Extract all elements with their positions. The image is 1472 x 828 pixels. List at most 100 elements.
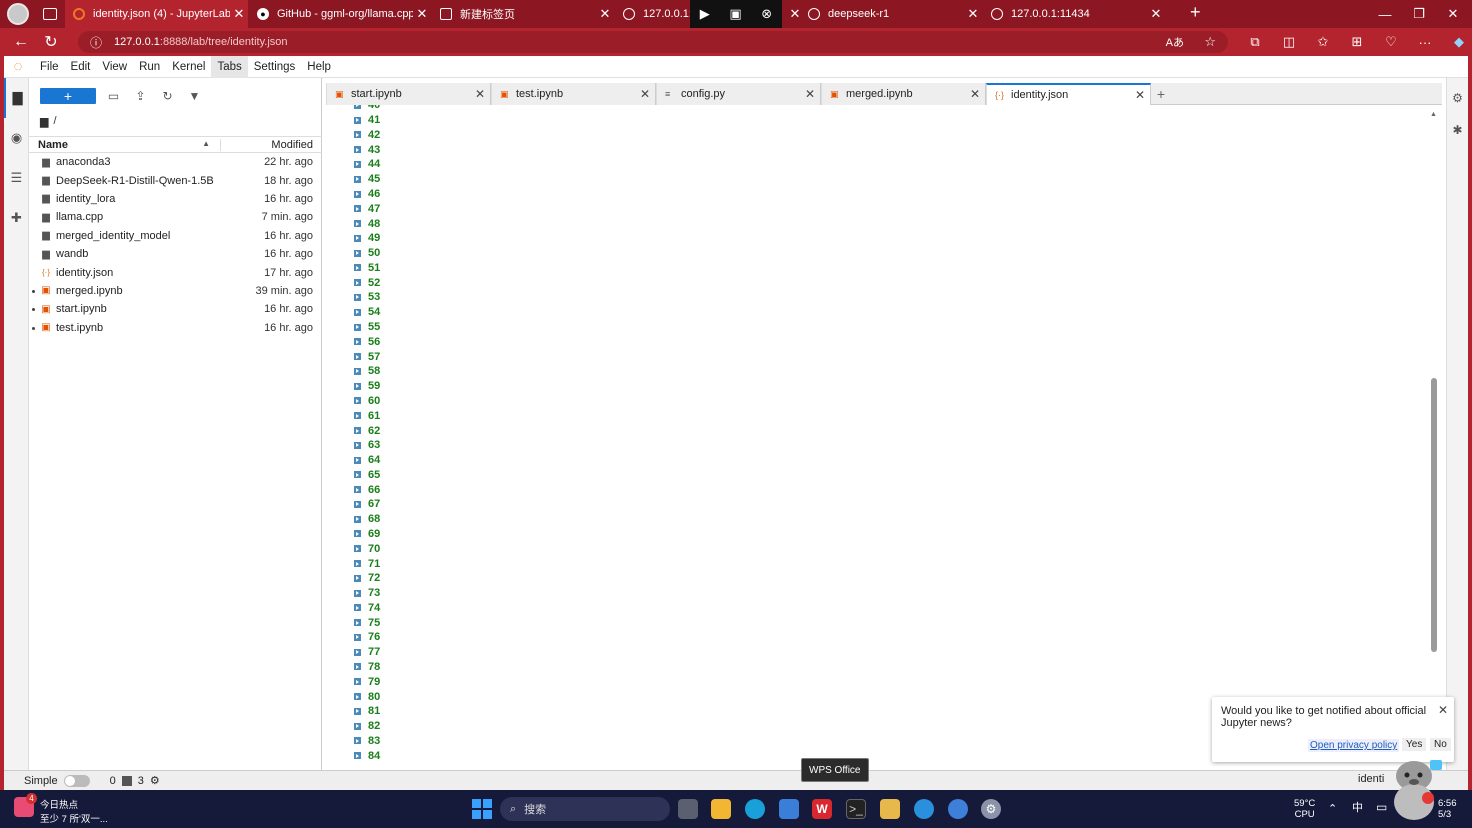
file-row[interactable]: ▆ wandb 16 hr. ago — [29, 245, 322, 263]
browser-tab-jupyter[interactable]: identity.json (4) - JupyterLab ✕ — [65, 0, 248, 28]
upload-icon[interactable]: ⇪ — [127, 89, 154, 103]
debugger-icon[interactable]: ✱ — [1447, 118, 1468, 142]
json-entry[interactable]: 59 — [354, 379, 380, 394]
kernel-count[interactable]: 0 — [110, 775, 116, 787]
expand-caret-icon[interactable] — [354, 234, 361, 242]
filter-icon[interactable]: ▼ — [181, 89, 208, 103]
json-entry[interactable]: 80 — [354, 689, 380, 704]
expand-caret-icon[interactable] — [354, 220, 361, 228]
task-view-icon[interactable] — [678, 799, 698, 819]
expand-caret-icon[interactable] — [354, 279, 361, 287]
simple-mode-toggle[interactable] — [63, 774, 90, 787]
expand-caret-icon[interactable] — [354, 441, 361, 449]
file-explorer-icon[interactable] — [711, 799, 731, 819]
restore-button[interactable]: ❐ — [1402, 0, 1436, 28]
news-widget[interactable]: 4 今日热点 至少 7 所'双一... — [14, 793, 108, 825]
favorite-star-icon[interactable]: ☆ — [1204, 34, 1216, 50]
terminal-app-icon[interactable]: >_ — [846, 799, 866, 819]
browser-tab-deepseek[interactable]: deepseek-r1 ✕ — [800, 0, 982, 28]
file-row[interactable]: ▆ DeepSeek-R1-Distill-Qwen-1.5B 18 hr. ago — [29, 171, 322, 189]
doc-tab[interactable]: ≡ config.py ✕ — [656, 83, 821, 105]
close-tab-icon[interactable]: ✕ — [800, 87, 820, 101]
json-entry[interactable]: 49 — [354, 231, 380, 246]
minimize-button[interactable]: — — [1368, 0, 1402, 28]
expand-caret-icon[interactable] — [354, 693, 361, 701]
browser-tab-local-1[interactable]: 127.0.0.1:11 — [615, 0, 690, 28]
column-name[interactable]: Name ▲ — [29, 138, 221, 151]
property-inspector-icon[interactable]: ⚙ — [1447, 78, 1468, 118]
json-entry[interactable]: 77 — [354, 645, 380, 660]
close-tab-icon[interactable]: ✕ — [470, 87, 490, 101]
json-entry[interactable]: 55 — [354, 320, 380, 335]
json-entry[interactable]: 72 — [354, 571, 380, 586]
close-tab-icon[interactable]: ✕ — [635, 87, 655, 101]
expand-caret-icon[interactable] — [354, 515, 361, 523]
terminal-count[interactable]: 3 — [138, 775, 144, 787]
json-entry[interactable]: 73 — [354, 586, 380, 601]
json-entry[interactable]: 58 — [354, 364, 380, 379]
expand-caret-icon[interactable] — [354, 249, 361, 257]
file-row[interactable]: ▆ identity_lora 16 hr. ago — [29, 190, 322, 208]
json-entry[interactable]: 70 — [354, 541, 380, 556]
pip-icon[interactable]: ▣ — [729, 6, 741, 22]
close-tab-icon[interactable]: ✕ — [1147, 6, 1165, 22]
browser-essentials-icon[interactable]: ♡ — [1374, 34, 1408, 50]
browser-tab-local-2[interactable]: 127.0.0.1:11434 ✕ — [983, 0, 1165, 28]
json-entry[interactable]: 56 — [354, 334, 380, 349]
json-viewer[interactable]: 40 41 42 43 44 45 46 47 48 49 50 51 52 53 54 55 56 57 58 59… — [326, 105, 1432, 767]
expand-caret-icon[interactable] — [354, 545, 361, 553]
store-icon[interactable] — [779, 799, 799, 819]
close-tab-icon[interactable]: ✕ — [964, 6, 982, 22]
menu-run[interactable]: Run — [133, 56, 166, 78]
file-row[interactable]: ▣ test.ipynb 16 hr. ago — [29, 319, 322, 337]
back-button[interactable]: ← — [6, 33, 36, 51]
json-entry[interactable]: 51 — [354, 261, 380, 276]
table-of-contents-icon[interactable]: ☰ — [4, 158, 29, 198]
json-entry[interactable]: 69 — [354, 527, 380, 542]
expand-caret-icon[interactable] — [354, 338, 361, 346]
expand-caret-icon[interactable] — [354, 486, 361, 494]
menu-edit[interactable]: Edit — [65, 56, 97, 78]
json-entry[interactable]: 50 — [354, 246, 380, 261]
json-entry[interactable]: 68 — [354, 512, 380, 527]
expand-caret-icon[interactable] — [354, 308, 361, 316]
file-row[interactable]: ▣ merged.ipynb 39 min. ago — [29, 282, 322, 300]
json-entry[interactable]: 62 — [354, 423, 380, 438]
doc-tab[interactable]: ▣ test.ipynb ✕ — [491, 83, 656, 105]
expand-caret-icon[interactable] — [354, 160, 361, 168]
json-entry[interactable]: 41 — [354, 113, 380, 128]
expand-caret-icon[interactable] — [354, 737, 361, 745]
settings-gear-icon[interactable]: ⚙ — [981, 799, 1001, 819]
expand-caret-icon[interactable] — [354, 323, 361, 331]
close-tab-icon[interactable]: ✕ — [230, 6, 248, 22]
split-screen-icon[interactable]: ◫ — [1272, 34, 1306, 50]
json-entry[interactable]: 78 — [354, 660, 380, 675]
ime-indicator[interactable]: 中 — [1352, 803, 1363, 814]
file-row[interactable]: ▆ merged_identity_model 16 hr. ago — [29, 227, 322, 245]
expand-caret-icon[interactable] — [354, 604, 361, 612]
json-entry[interactable]: 48 — [354, 216, 380, 231]
expand-caret-icon[interactable] — [354, 589, 361, 597]
json-entry[interactable]: 46 — [354, 187, 380, 202]
cpu-temp-widget[interactable]: 59°C CPU — [1294, 798, 1315, 820]
file-row[interactable]: {·} identity.json 17 hr. ago — [29, 263, 322, 281]
json-entry[interactable]: 43 — [354, 142, 380, 157]
network-icon[interactable]: ▭ — [1376, 801, 1387, 813]
scroll-up-arrow-icon[interactable]: ▲ — [1430, 111, 1437, 118]
edge-browser-icon[interactable] — [745, 799, 765, 819]
expand-caret-icon[interactable] — [354, 205, 361, 213]
close-notification-icon[interactable]: ✕ — [1438, 703, 1448, 717]
json-entry[interactable]: 84 — [354, 748, 380, 763]
expand-caret-icon[interactable] — [354, 146, 361, 154]
json-entry[interactable]: 60 — [354, 394, 380, 409]
expand-caret-icon[interactable] — [354, 456, 361, 464]
expand-caret-icon[interactable] — [354, 707, 361, 715]
profile-avatar[interactable] — [7, 3, 29, 25]
notification-yes-button[interactable]: Yes — [1402, 738, 1427, 751]
notes-app-icon[interactable] — [880, 799, 900, 819]
breadcrumb-root[interactable]: / — [53, 115, 56, 127]
folder-icon[interactable]: ▆ — [40, 115, 48, 128]
copilot-icon[interactable]: ◆ — [1442, 34, 1472, 50]
play-icon[interactable]: ▶ — [700, 6, 710, 22]
json-entry[interactable]: 79 — [354, 674, 380, 689]
